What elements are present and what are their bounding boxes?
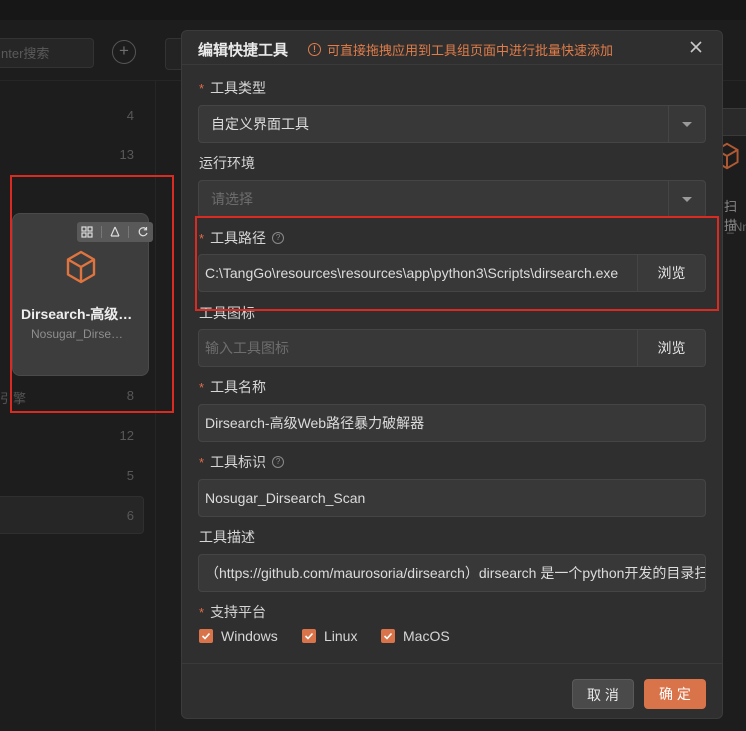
check-icon	[302, 629, 316, 643]
group-count: 6	[126, 508, 134, 523]
right-card-subtitle: _Nm	[727, 220, 746, 234]
tool-name-label: * 工具名称	[199, 377, 266, 397]
tool-id-label: * 工具标识 ?	[199, 452, 285, 472]
tool-type-select[interactable]: 自定义界面工具	[198, 105, 706, 143]
required-mark: *	[199, 604, 205, 620]
browse-icon-button[interactable]: 浏览	[637, 330, 705, 366]
info-icon: !	[308, 43, 321, 56]
checkbox-label: MacOS	[403, 628, 450, 644]
runtime-placeholder: 请选择	[211, 191, 253, 207]
check-icon	[199, 629, 213, 643]
platform-label: * 支持平台	[199, 602, 266, 622]
footer-divider	[182, 663, 722, 664]
tool-name-input[interactable]: Dirsearch-高级Web路径暴力破解器	[198, 404, 706, 442]
required-mark: *	[199, 454, 205, 470]
dialog-tip: ! 可直接拖拽应用到工具组页面中进行批量快速添加	[308, 40, 613, 59]
group-count: 13	[119, 147, 134, 162]
chevron-down-icon[interactable]	[668, 106, 705, 142]
close-icon[interactable]	[687, 38, 705, 56]
tool-icon-input[interactable]: 输入工具图标 浏览	[198, 329, 706, 367]
runtime-label: 运行环境	[199, 153, 255, 173]
top-strip	[0, 0, 746, 20]
group-count: 4	[126, 108, 134, 123]
dialog-title: 编辑快捷工具	[198, 42, 289, 59]
tool-desc-input[interactable]: （https://github.com/maurosoria/dirsearch…	[198, 554, 706, 592]
label-text: 运行环境	[199, 155, 255, 171]
group-count: 5	[126, 468, 134, 483]
label-text: 工具标识	[210, 454, 267, 470]
chevron-down-icon[interactable]	[668, 181, 705, 217]
label-text: 支持平台	[210, 604, 267, 620]
platform-windows-checkbox[interactable]: Windows	[199, 628, 278, 644]
cancel-button[interactable]: 取 消	[572, 679, 634, 709]
highlight-box	[195, 216, 719, 311]
tool-id-input[interactable]: Nosugar_Dirsearch_Scan	[198, 479, 706, 517]
tool-type-value: 自定义界面工具	[211, 116, 309, 132]
required-mark: *	[199, 80, 205, 96]
confirm-button[interactable]: 确 定	[644, 679, 706, 709]
label-text: 工具名称	[210, 379, 267, 395]
edit-tool-dialog: 编辑快捷工具 ! 可直接拖拽应用到工具组页面中进行批量快速添加 * 工具类型 自…	[181, 30, 723, 719]
checkbox-label: Windows	[221, 628, 278, 644]
add-group-button[interactable]: +	[112, 40, 136, 64]
check-icon	[381, 629, 395, 643]
required-mark: *	[199, 379, 205, 395]
tool-desc-label: 工具描述	[199, 527, 255, 547]
label-text: 工具类型	[210, 80, 267, 96]
group-count: 12	[119, 428, 134, 443]
dialog-tip-text: 可直接拖拽应用到工具组页面中进行批量快速添加	[327, 43, 614, 58]
platform-linux-checkbox[interactable]: Linux	[302, 628, 357, 644]
header-divider	[182, 64, 722, 65]
tool-icon-placeholder: 输入工具图标	[205, 340, 289, 356]
runtime-select[interactable]: 请选择	[198, 180, 706, 218]
tool-type-label: * 工具类型	[199, 78, 266, 98]
highlight-box	[10, 175, 174, 413]
platform-macos-checkbox[interactable]: MacOS	[381, 628, 450, 644]
sidebar-search-input[interactable]: nter搜索	[0, 38, 94, 68]
help-icon[interactable]: ?	[272, 456, 285, 468]
plus-circle-icon: +	[119, 41, 129, 60]
checkbox-label: Linux	[324, 628, 358, 644]
label-text: 工具描述	[199, 529, 255, 545]
